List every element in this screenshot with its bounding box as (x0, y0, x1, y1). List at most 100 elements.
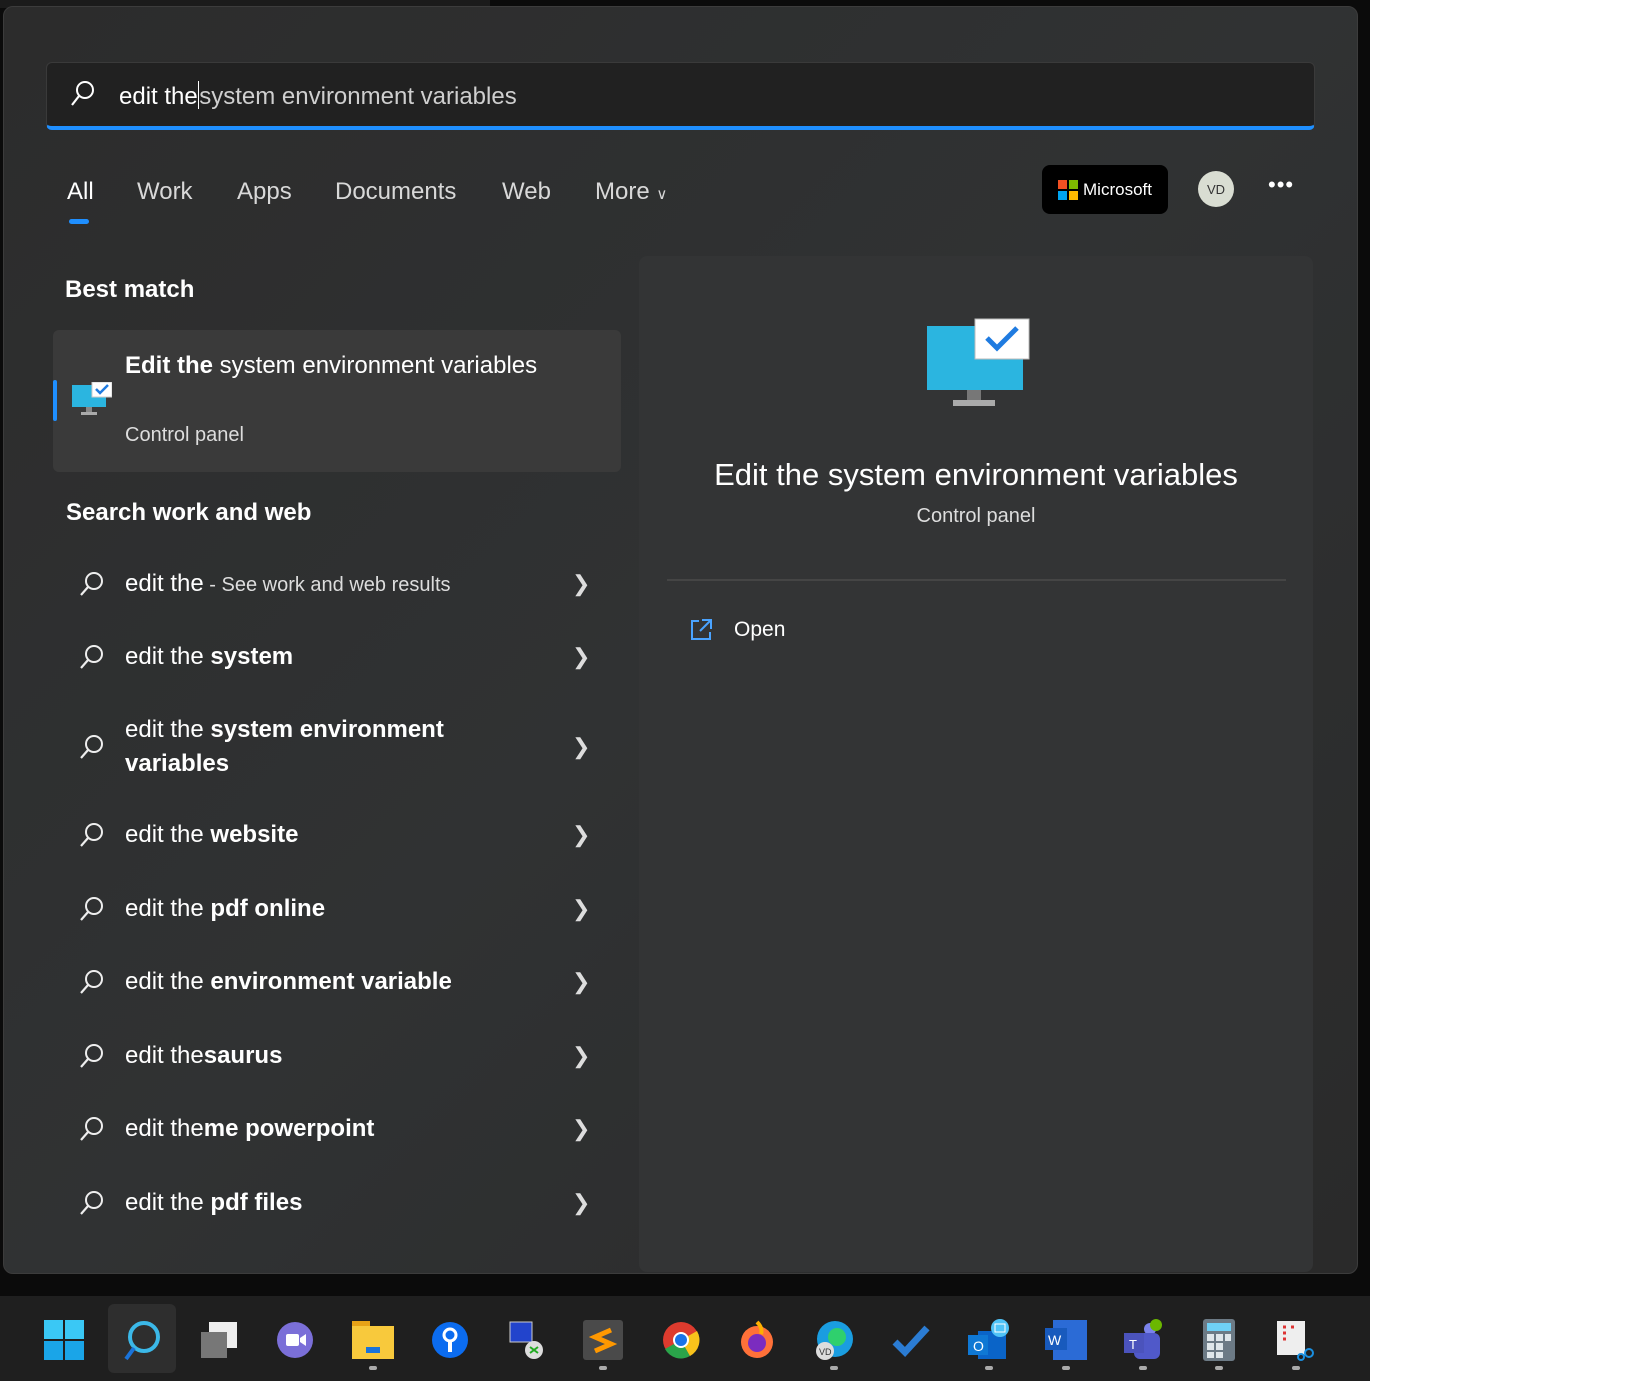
tab-web[interactable]: Web (502, 178, 551, 206)
suggestion-bold: system (210, 642, 294, 670)
taskbar-outlook-icon[interactable]: O (967, 1318, 1011, 1362)
suggestion-text: edit the pdf online (125, 892, 525, 927)
taskbar-keepass-icon[interactable] (428, 1318, 472, 1362)
taskbar-file-explorer-icon[interactable] (351, 1318, 395, 1362)
suggestion-prefix: edit the (125, 569, 204, 597)
chevron-right-icon: ❯ (572, 1043, 591, 1068)
chevron-right-icon: ❯ (572, 644, 591, 669)
taskbar-todo-icon[interactable] (889, 1318, 933, 1362)
suggestion-bold: pdf files (210, 1188, 303, 1216)
taskbar-edge-icon[interactable]: VD (812, 1318, 856, 1362)
running-indicator (985, 1366, 993, 1370)
taskbar-teams-icon[interactable]: T (1121, 1318, 1165, 1362)
suggestion-text: edit the system environment variables (125, 713, 525, 782)
search-icon (71, 81, 94, 106)
search-suggestion-item[interactable]: edit the - See work and web results ❯ (72, 564, 592, 604)
tab-work[interactable]: Work (137, 178, 193, 206)
running-indicator (1139, 1366, 1147, 1370)
suggestion-bold: saurus (203, 1041, 283, 1069)
suggestion-prefix: edit the (125, 642, 211, 670)
suggestion-prefix: edit the (125, 1041, 204, 1069)
taskbar-snipping-tool-icon[interactable] (1274, 1318, 1318, 1362)
best-match-title: Edit the system environment variables (125, 348, 545, 383)
system-properties-large-icon (927, 318, 1030, 406)
tab-documents[interactable]: Documents (335, 178, 456, 206)
taskbar-search-icon[interactable] (120, 1318, 164, 1362)
suggestion-prefix: edit the (125, 1114, 204, 1142)
search-typed-text: edit the (119, 83, 198, 110)
search-suggestion-item[interactable]: edit the system environment variables ❯ (72, 712, 592, 782)
taskbar-remote-desktop-icon[interactable] (504, 1318, 548, 1362)
microsoft-account-button[interactable]: Microsoft (1042, 165, 1168, 214)
search-icon (72, 1189, 112, 1217)
microsoft-logo-icon (1058, 179, 1079, 200)
search-icon (72, 643, 112, 671)
suggestion-bold: website (210, 820, 299, 848)
title-bold: Edit the (125, 352, 213, 379)
search-suggestion-item[interactable]: edit the environment variable ❯ (72, 962, 592, 1002)
suggestion-prefix: edit the (125, 1188, 211, 1216)
running-indicator (599, 1366, 607, 1370)
search-icon (72, 1042, 112, 1070)
search-work-web-heading: Search work and web (66, 499, 312, 526)
search-icon (72, 570, 112, 598)
tab-all[interactable]: All (67, 178, 94, 206)
taskbar-chrome-icon[interactable] (659, 1318, 703, 1362)
chevron-down-icon: ∨ (656, 186, 668, 203)
tab-more[interactable]: More ∨ (595, 178, 667, 206)
suggestion-bold: pdf online (210, 894, 326, 922)
search-suggestion-item[interactable]: edit the pdf online ❯ (72, 889, 592, 929)
svg-text:W: W (1048, 1332, 1062, 1348)
taskbar-word-icon[interactable]: W (1044, 1318, 1088, 1362)
suggestion-text: edit the - See work and web results (125, 567, 525, 602)
selection-indicator (53, 380, 57, 421)
chevron-right-icon: ❯ (572, 1116, 591, 1141)
running-indicator (830, 1366, 838, 1370)
taskbar-sublime-text-icon[interactable] (581, 1318, 625, 1362)
suggestion-text: edit theme powerpoint (125, 1112, 525, 1147)
suggestion-prefix: edit the (125, 715, 211, 743)
suggestion-prefix: edit the (125, 967, 211, 995)
title-rest: system environment variables (213, 352, 538, 379)
suggestion-text: edit thesaurus (125, 1039, 525, 1074)
taskbar-start-icon[interactable] (42, 1318, 86, 1362)
search-icon (72, 1115, 112, 1143)
avatar[interactable]: VD (1198, 171, 1234, 207)
suggestion-prefix: edit the (125, 894, 211, 922)
svg-text:VD: VD (819, 1347, 832, 1357)
search-suggestion-item[interactable]: edit the system ❯ (72, 637, 592, 677)
suggestion-suffix: - See work and web results (203, 573, 451, 596)
chevron-right-icon: ❯ (572, 896, 591, 921)
running-indicator (369, 1366, 377, 1370)
tab-more-label: More (595, 178, 650, 205)
suggestion-text: edit the environment variable (125, 965, 525, 1000)
svg-text:O: O (973, 1338, 984, 1354)
taskbar-calculator-icon[interactable] (1197, 1318, 1241, 1362)
suggestion-bold: environment variable (210, 967, 452, 995)
open-action[interactable]: Open (688, 617, 785, 643)
tab-apps[interactable]: Apps (237, 178, 292, 206)
search-suggestion-item[interactable]: edit theme powerpoint ❯ (72, 1109, 592, 1149)
taskbar-firefox-icon[interactable] (735, 1318, 779, 1362)
active-tab-indicator (69, 219, 89, 224)
search-icon (72, 733, 112, 761)
best-match-heading: Best match (65, 276, 195, 303)
best-match-subtitle: Control panel (125, 424, 244, 446)
chevron-right-icon: ❯ (572, 734, 591, 759)
open-label: Open (734, 618, 786, 641)
taskbar-chat-icon[interactable] (273, 1318, 317, 1362)
search-suggestion-text: system environment variables (199, 83, 517, 110)
suggestion-text: edit the website (125, 818, 525, 853)
search-suggestion-item[interactable]: edit the website ❯ (72, 815, 592, 855)
chevron-right-icon: ❯ (572, 969, 591, 994)
suggestion-text: edit the system (125, 640, 525, 675)
ellipsis-icon[interactable]: ••• (1268, 172, 1294, 198)
taskbar-task-view-icon[interactable] (197, 1318, 241, 1362)
search-input[interactable]: edit thesystem environment variables (46, 62, 1315, 130)
svg-text:T: T (1129, 1337, 1137, 1352)
search-suggestion-item[interactable]: edit the pdf files ❯ (72, 1183, 592, 1223)
chevron-right-icon: ❯ (572, 1190, 591, 1215)
search-icon (72, 895, 112, 923)
microsoft-label: Microsoft (1083, 179, 1152, 199)
search-suggestion-item[interactable]: edit thesaurus ❯ (72, 1036, 592, 1076)
